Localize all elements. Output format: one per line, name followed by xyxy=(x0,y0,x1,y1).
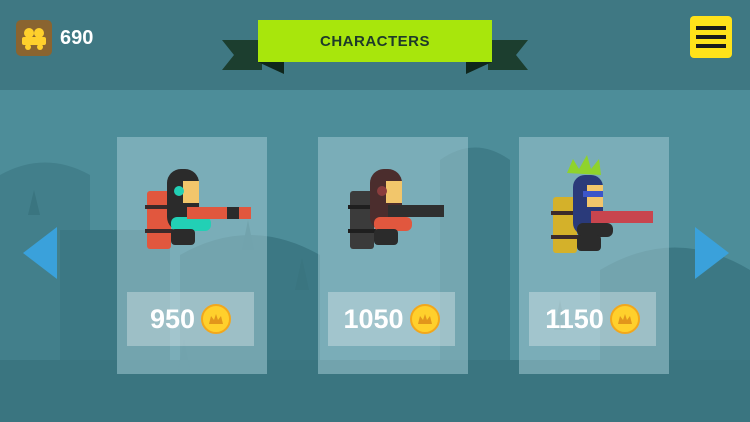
menu-icon xyxy=(696,26,726,30)
character-sprite xyxy=(348,169,444,249)
arrow-left-icon[interactable] xyxy=(23,227,57,279)
title-banner: CHARACTERS xyxy=(222,18,528,74)
coin-cart-icon xyxy=(16,20,52,56)
arrow-right-icon[interactable] xyxy=(695,227,729,279)
crown-coin-icon xyxy=(201,304,232,334)
character-sprite xyxy=(145,169,251,249)
price-tag: 1150 xyxy=(529,292,656,346)
wallet-amount: 690 xyxy=(60,26,94,49)
page-title: CHARACTERS xyxy=(258,20,492,62)
crown-coin-icon xyxy=(609,304,640,334)
character-sprite xyxy=(551,155,653,253)
crown-coin-icon xyxy=(409,304,440,334)
price-label: 950 xyxy=(149,303,196,334)
price-label: 1150 xyxy=(545,303,604,334)
price-tag: 1050 xyxy=(328,292,455,346)
price-label: 1050 xyxy=(343,303,404,334)
menu-button[interactable] xyxy=(690,16,732,58)
character-card[interactable]: 950 xyxy=(117,137,267,374)
character-card[interactable]: 1050 xyxy=(318,137,468,374)
price-tag: 950 xyxy=(127,292,254,346)
character-shop-screen: 690 CHARACTERS 950 1050 1150 xyxy=(0,0,750,422)
character-card[interactable]: 1150 xyxy=(519,137,669,374)
wallet: 690 xyxy=(16,20,93,56)
